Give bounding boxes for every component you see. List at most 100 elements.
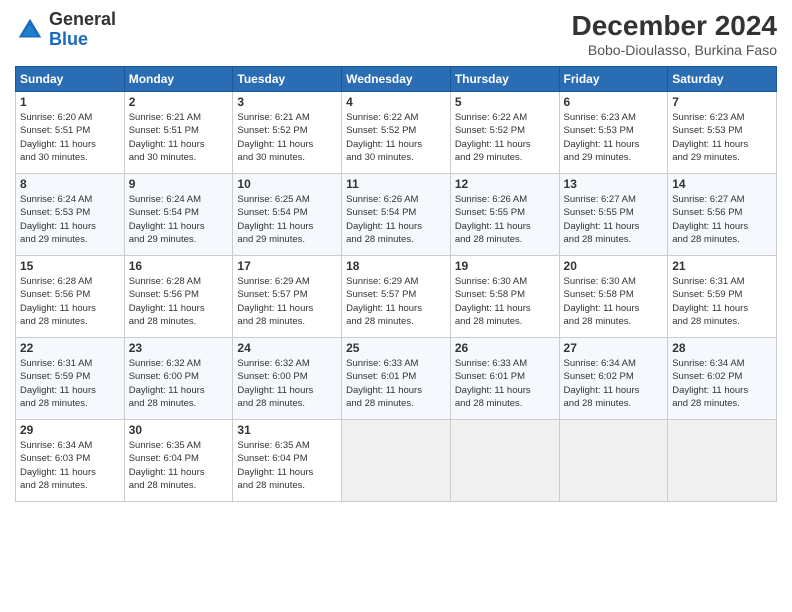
table-row: 15 Sunrise: 6:28 AMSunset: 5:56 PMDayligh… (16, 256, 125, 338)
table-row: 19 Sunrise: 6:30 AMSunset: 5:58 PMDayligh… (450, 256, 559, 338)
col-monday: Monday (124, 67, 233, 92)
day-number: 7 (672, 95, 772, 109)
day-number: 24 (237, 341, 337, 355)
day-info: Sunrise: 6:33 AMSunset: 6:01 PMDaylight:… (346, 357, 446, 410)
day-info: Sunrise: 6:31 AMSunset: 5:59 PMDaylight:… (672, 275, 772, 328)
page: General Blue December 2024 Bobo-Dioulass… (0, 0, 792, 612)
table-row: 3 Sunrise: 6:21 AMSunset: 5:52 PMDaylight… (233, 92, 342, 174)
day-number: 26 (455, 341, 555, 355)
day-number: 21 (672, 259, 772, 273)
table-row: 27 Sunrise: 6:34 AMSunset: 6:02 PMDayligh… (559, 338, 668, 420)
col-saturday: Saturday (668, 67, 777, 92)
day-number: 2 (129, 95, 229, 109)
table-row: 20Sunrise: 6:30 AMSunset: 5:58 PMDayligh… (559, 256, 668, 338)
table-row: 1 Sunrise: 6:20 AMSunset: 5:51 PMDaylight… (16, 92, 125, 174)
day-info: Sunrise: 6:21 AMSunset: 5:52 PMDaylight:… (237, 111, 337, 164)
table-row: 7 Sunrise: 6:23 AMSunset: 5:53 PMDaylight… (668, 92, 777, 174)
day-number: 1 (20, 95, 120, 109)
table-row: 13 Sunrise: 6:27 AMSunset: 5:55 PMDayligh… (559, 174, 668, 256)
day-number: 16 (129, 259, 229, 273)
day-number: 10 (237, 177, 337, 191)
day-info: Sunrise: 6:24 AMSunset: 5:54 PMDaylight:… (129, 193, 229, 246)
table-row: 23Sunrise: 6:32 AMSunset: 6:00 PMDayligh… (124, 338, 233, 420)
day-number: 27 (564, 341, 664, 355)
table-row: 8 Sunrise: 6:24 AMSunset: 5:53 PMDaylight… (16, 174, 125, 256)
day-info: Sunrise: 6:31 AMSunset: 5:59 PMDaylight:… (20, 357, 120, 410)
day-number: 5 (455, 95, 555, 109)
table-row: 14 Sunrise: 6:27 AMSunset: 5:56 PMDayligh… (668, 174, 777, 256)
day-number: 14 (672, 177, 772, 191)
calendar-header-row: Sunday Monday Tuesday Wednesday Thursday… (16, 67, 777, 92)
calendar-title: December 2024 (572, 10, 777, 42)
day-info: Sunrise: 6:20 AMSunset: 5:51 PMDaylight:… (20, 111, 120, 164)
day-info: Sunrise: 6:34 AMSunset: 6:02 PMDaylight:… (564, 357, 664, 410)
table-row: 2 Sunrise: 6:21 AMSunset: 5:51 PMDaylight… (124, 92, 233, 174)
table-row: 31 Sunrise: 6:35 AMSunset: 6:04 PMDayligh… (233, 420, 342, 502)
day-number: 19 (455, 259, 555, 273)
day-info: Sunrise: 6:33 AMSunset: 6:01 PMDaylight:… (455, 357, 555, 410)
day-info: Sunrise: 6:34 AMSunset: 6:03 PMDaylight:… (20, 439, 120, 492)
day-info: Sunrise: 6:27 AMSunset: 5:56 PMDaylight:… (672, 193, 772, 246)
header: General Blue December 2024 Bobo-Dioulass… (15, 10, 777, 58)
day-number: 25 (346, 341, 446, 355)
calendar-table: Sunday Monday Tuesday Wednesday Thursday… (15, 66, 777, 502)
table-row: 30 Sunrise: 6:35 AMSunset: 6:04 PMDayligh… (124, 420, 233, 502)
table-row: 22 Sunrise: 6:31 AMSunset: 5:59 PMDayligh… (16, 338, 125, 420)
day-number: 20 (564, 259, 664, 273)
day-number: 9 (129, 177, 229, 191)
day-info: Sunrise: 6:32 AMSunset: 6:00 PMDaylight:… (129, 357, 229, 410)
day-info: Sunrise: 6:32 AMSunset: 6:00 PMDaylight:… (237, 357, 337, 410)
table-row: 21 Sunrise: 6:31 AMSunset: 5:59 PMDayligh… (668, 256, 777, 338)
calendar-subtitle: Bobo-Dioulasso, Burkina Faso (572, 42, 777, 58)
table-row: 28Sunrise: 6:34 AMSunset: 6:02 PMDayligh… (668, 338, 777, 420)
day-number: 29 (20, 423, 120, 437)
day-info: Sunrise: 6:34 AMSunset: 6:02 PMDaylight:… (672, 357, 772, 410)
table-row (342, 420, 451, 502)
day-info: Sunrise: 6:26 AMSunset: 5:55 PMDaylight:… (455, 193, 555, 246)
table-row: 10Sunrise: 6:25 AMSunset: 5:54 PMDayligh… (233, 174, 342, 256)
day-info: Sunrise: 6:26 AMSunset: 5:54 PMDaylight:… (346, 193, 446, 246)
day-number: 22 (20, 341, 120, 355)
day-number: 12 (455, 177, 555, 191)
table-row: 4Sunrise: 6:22 AMSunset: 5:52 PMDaylight… (342, 92, 451, 174)
day-number: 13 (564, 177, 664, 191)
day-info: Sunrise: 6:35 AMSunset: 6:04 PMDaylight:… (237, 439, 337, 492)
day-info: Sunrise: 6:28 AMSunset: 5:56 PMDaylight:… (20, 275, 120, 328)
col-friday: Friday (559, 67, 668, 92)
table-row (450, 420, 559, 502)
day-number: 3 (237, 95, 337, 109)
col-sunday: Sunday (16, 67, 125, 92)
day-info: Sunrise: 6:23 AMSunset: 5:53 PMDaylight:… (672, 111, 772, 164)
day-info: Sunrise: 6:29 AMSunset: 5:57 PMDaylight:… (237, 275, 337, 328)
day-info: Sunrise: 6:21 AMSunset: 5:51 PMDaylight:… (129, 111, 229, 164)
day-number: 17 (237, 259, 337, 273)
title-block: December 2024 Bobo-Dioulasso, Burkina Fa… (572, 10, 777, 58)
day-number: 4 (346, 95, 446, 109)
day-number: 15 (20, 259, 120, 273)
col-thursday: Thursday (450, 67, 559, 92)
table-row: 12 Sunrise: 6:26 AMSunset: 5:55 PMDayligh… (450, 174, 559, 256)
calendar-week-row: 8 Sunrise: 6:24 AMSunset: 5:53 PMDaylight… (16, 174, 777, 256)
table-row (668, 420, 777, 502)
table-row: 18 Sunrise: 6:29 AMSunset: 5:57 PMDayligh… (342, 256, 451, 338)
col-tuesday: Tuesday (233, 67, 342, 92)
calendar-week-row: 1 Sunrise: 6:20 AMSunset: 5:51 PMDaylight… (16, 92, 777, 174)
day-info: Sunrise: 6:24 AMSunset: 5:53 PMDaylight:… (20, 193, 120, 246)
day-number: 30 (129, 423, 229, 437)
table-row: 26 Sunrise: 6:33 AMSunset: 6:01 PMDayligh… (450, 338, 559, 420)
day-number: 8 (20, 177, 120, 191)
day-info: Sunrise: 6:35 AMSunset: 6:04 PMDaylight:… (129, 439, 229, 492)
table-row: 25 Sunrise: 6:33 AMSunset: 6:01 PMDayligh… (342, 338, 451, 420)
logo-text-blue: Blue (49, 29, 88, 49)
day-info: Sunrise: 6:30 AMSunset: 5:58 PMDaylight:… (455, 275, 555, 328)
table-row: 9 Sunrise: 6:24 AMSunset: 5:54 PMDaylight… (124, 174, 233, 256)
table-row: 6Sunrise: 6:23 AMSunset: 5:53 PMDaylight… (559, 92, 668, 174)
table-row (559, 420, 668, 502)
table-row: 11Sunrise: 6:26 AMSunset: 5:54 PMDayligh… (342, 174, 451, 256)
day-info: Sunrise: 6:23 AMSunset: 5:53 PMDaylight:… (564, 111, 664, 164)
day-info: Sunrise: 6:22 AMSunset: 5:52 PMDaylight:… (455, 111, 555, 164)
day-info: Sunrise: 6:29 AMSunset: 5:57 PMDaylight:… (346, 275, 446, 328)
day-number: 31 (237, 423, 337, 437)
day-number: 18 (346, 259, 446, 273)
day-info: Sunrise: 6:27 AMSunset: 5:55 PMDaylight:… (564, 193, 664, 246)
